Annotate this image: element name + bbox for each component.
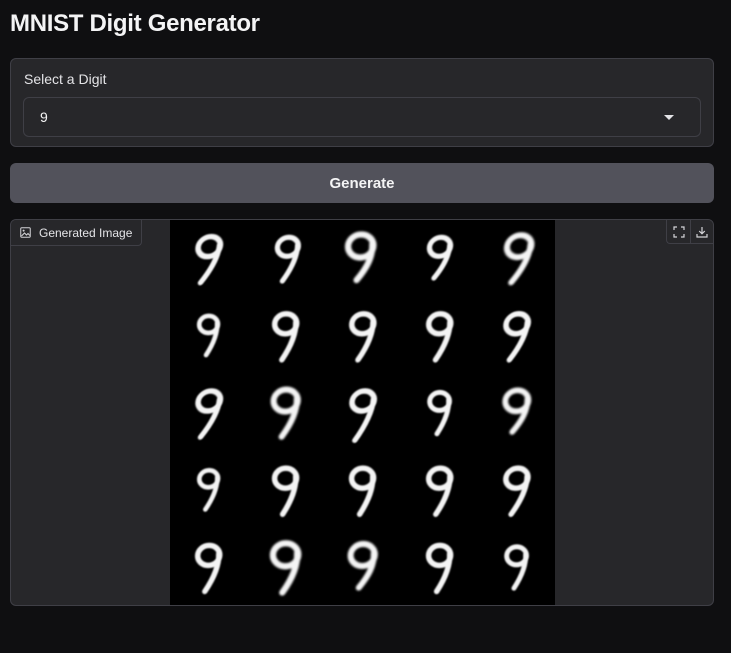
- generated-digit: [426, 234, 454, 281]
- fullscreen-button[interactable]: [667, 220, 690, 243]
- generated-digit: [425, 465, 454, 517]
- image-toolbar: [666, 220, 713, 244]
- download-button[interactable]: [690, 220, 713, 243]
- generated-digit: [195, 233, 224, 286]
- generated-digit: [196, 313, 221, 358]
- generated-digit: [503, 465, 531, 517]
- generated-digit: [348, 465, 377, 517]
- page-title: MNIST Digit Generator: [10, 10, 260, 37]
- generated-digit: [271, 465, 300, 517]
- digit-dropdown-block: Select a Digit 9: [10, 58, 714, 147]
- digit-dropdown-label: Select a Digit: [24, 71, 107, 87]
- chevron-down-icon: [664, 115, 674, 120]
- generated-digit: [425, 311, 454, 363]
- generated-digit: [504, 544, 529, 591]
- generated-digit: [344, 231, 377, 284]
- digit-dropdown[interactable]: 9: [23, 97, 701, 137]
- generated-digit: [194, 542, 223, 595]
- generated-image-label: Generated Image: [11, 220, 143, 246]
- generated-digit: [271, 311, 300, 363]
- generated-digit: [427, 389, 452, 437]
- generated-image-panel: Generated Image: [10, 219, 714, 606]
- fullscreen-icon: [672, 225, 685, 238]
- generated-digit: [269, 540, 302, 596]
- generate-button[interactable]: Generate: [10, 163, 714, 203]
- generated-digit: [195, 388, 224, 440]
- generated-image-label-text: Generated Image: [39, 225, 133, 240]
- generated-digit: [349, 311, 377, 363]
- generated-digit: [503, 311, 532, 363]
- download-icon: [696, 226, 708, 238]
- generated-digit: [270, 386, 301, 440]
- generated-digit: [349, 388, 378, 443]
- generated-digit: [196, 467, 221, 512]
- generated-digit: [274, 234, 302, 284]
- generated-digit: [503, 232, 535, 286]
- generated-digit: [425, 542, 454, 595]
- image-icon: [20, 227, 31, 238]
- digit-dropdown-value: 9: [40, 109, 48, 125]
- generated-digit: [347, 540, 378, 591]
- generated-digit: [502, 387, 532, 435]
- generated-image: [170, 220, 555, 605]
